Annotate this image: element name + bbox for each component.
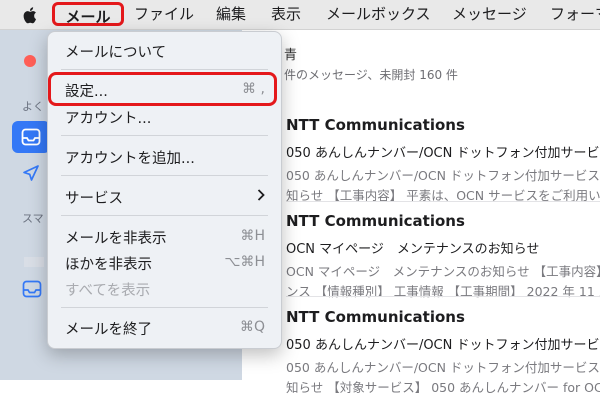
sidebar-smart-heading: スマ [22,212,44,225]
hide-mail-shortcut: ⌘H [240,228,265,244]
menu-item-settings[interactable]: 設定... [65,80,108,101]
menu-item-hide-mail[interactable]: メールを非表示 [65,227,167,248]
settings-shortcut: ⌘ , [242,81,265,97]
message-sender: NTT Communications [286,308,465,326]
mailbox-icon[interactable] [22,280,42,298]
sidebar-item-inbox[interactable] [12,121,50,153]
message-subject: 050 あんしんナンバー/OCN ドットフォン付加サービス メ [286,146,600,161]
menu-separator [61,215,268,216]
message-count-summary: 件のメッセージ、未開封 160 件 [284,68,458,82]
message-preview: 050 あんしんナンバー/OCN ドットフォン付加サービス メ [286,360,600,375]
inbox-icon [21,128,41,146]
menu-bar: メール ファイル 編集 表示 メールボックス メッセージ フォーマ [0,0,600,30]
menu-separator [61,135,268,136]
menubar-mail[interactable]: メール [52,2,124,26]
divider [286,296,600,297]
mail-app-menu: メールについて 設定... ⌘ , アカウント... アカウントを追加... サ… [47,31,282,349]
quit-shortcut: ⌘Q [239,319,265,335]
menubar-mailbox[interactable]: メールボックス [326,0,431,29]
menu-separator [61,175,268,176]
menubar-edit[interactable]: 編集 [216,0,246,29]
chevron-right-icon [257,189,265,205]
menu-separator [61,69,268,70]
message-preview: 050 あんしんナンバー/OCN ドットフォン付加サービス メ [286,168,600,183]
paper-plane-icon[interactable] [22,164,40,182]
mailbox-title: 青 [284,48,298,63]
menu-item-about[interactable]: メールについて [65,41,166,62]
message-subject: 050 あんしんナンバー/OCN ドットフォン付加サービス メ [286,338,600,353]
menubar-file[interactable]: ファイル [134,0,194,29]
menu-item-add-account[interactable]: アカウントを追加... [65,147,195,168]
divider [286,201,600,202]
menu-item-quit[interactable]: メールを終了 [65,318,152,339]
menu-item-show-all: すべてを表示 [65,283,151,299]
menu-item-accounts[interactable]: アカウント... [65,107,151,128]
message-list: 青 件のメッセージ、未開封 160 件 NTT Communications 0… [242,30,600,395]
sidebar-placeholder [24,257,44,267]
message-preview: OCN マイページ メンテナンスのお知らせ 【工事内容】 [286,264,600,279]
message-sender: NTT Communications [286,116,465,134]
apple-menu-icon[interactable] [23,6,39,24]
message-preview: ンス 【情報種別】 工事情報 【工事期間】 2022 年 11 月 0 [286,284,600,299]
sidebar-favorites-heading: よく [22,100,44,113]
menubar-message[interactable]: メッセージ [452,0,527,29]
menubar-view[interactable]: 表示 [271,0,301,29]
message-subject: OCN マイページ メンテナンスのお知らせ [286,242,540,257]
menubar-format[interactable]: フォーマ [550,0,600,29]
menu-separator [61,307,268,308]
hide-others-shortcut: ⌥⌘H [224,254,265,270]
menu-item-services[interactable]: サービス [65,187,123,208]
message-sender: NTT Communications [286,212,465,230]
close-window-button[interactable] [24,55,36,67]
menu-item-hide-others[interactable]: ほかを非表示 [65,253,152,274]
